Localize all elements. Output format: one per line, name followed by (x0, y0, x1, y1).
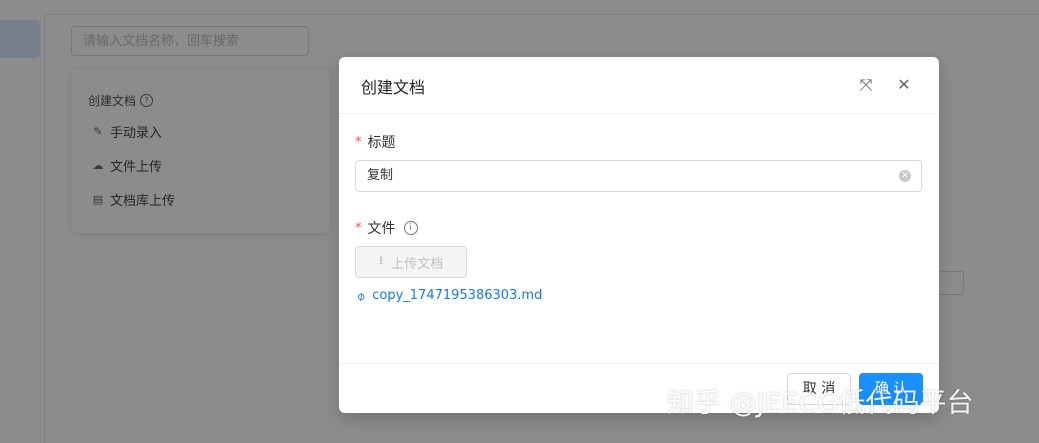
modal-title: 创建文档 (361, 78, 426, 97)
modal-header: 创建文档 ⤧ ✕ (339, 57, 939, 114)
file-label: * 文件 i (355, 218, 418, 238)
fullscreen-icon[interactable]: ⤧ (856, 75, 876, 95)
clear-icon[interactable]: ✕ (899, 170, 911, 182)
title-input-value: 复制 (367, 168, 394, 183)
required-marker: * (355, 220, 362, 236)
uploaded-file-name: copy_1747195386303.md (372, 288, 543, 303)
upload-button-label: 上传文档 (391, 256, 444, 272)
upload-icon: ⭳ (378, 253, 384, 268)
create-document-modal: 创建文档 ⤧ ✕ * 标题 复制 ✕ * 文件 i ⭳ 上传文档 ⌀ copy_… (339, 57, 939, 413)
upload-document-button[interactable]: ⭳ 上传文档 (355, 246, 467, 278)
title-label: * 标题 (355, 132, 396, 152)
title-label-text: 标题 (367, 135, 396, 151)
title-input[interactable]: 复制 ✕ (355, 160, 922, 192)
paperclip-icon: ⌀ (353, 287, 368, 304)
file-label-text: 文件 (367, 221, 396, 237)
required-marker: * (355, 134, 362, 150)
info-icon[interactable]: i (403, 221, 418, 235)
watermark: 知乎 @JEECG低代码平台 (667, 388, 974, 419)
close-icon[interactable]: ✕ (894, 75, 914, 95)
uploaded-file-link[interactable]: ⌀ copy_1747195386303.md (353, 287, 543, 304)
